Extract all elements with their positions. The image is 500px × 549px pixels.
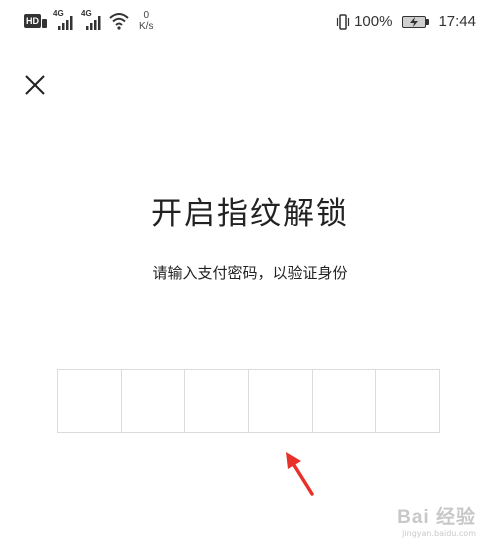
network-speed-unit: K/s: [139, 21, 154, 32]
status-right: 100% 17:44: [336, 13, 476, 30]
pin-digit-5[interactable]: [313, 370, 377, 432]
watermark: Bai 经验 jingyan.baidu.com: [397, 507, 476, 539]
watermark-logo: Bai 经验: [397, 507, 476, 528]
payment-password-input[interactable]: [57, 369, 440, 433]
vibrate-icon: [336, 13, 350, 30]
signal-icon: 4G: [81, 10, 103, 32]
network-speed: 0 K/s: [139, 10, 153, 32]
status-left: HD 4G 4G 0 K/s: [24, 10, 153, 35]
wifi-icon: [109, 12, 129, 35]
watermark-url: jingyan.baidu.com: [402, 529, 476, 538]
page-title: 开启指纹解锁: [151, 196, 349, 232]
battery-percent: 100%: [354, 13, 393, 30]
clock: 17:44: [438, 13, 476, 30]
pin-digit-4[interactable]: [249, 370, 313, 432]
pin-digit-3[interactable]: [185, 370, 250, 432]
hd-voice-icon: HD: [24, 14, 47, 28]
network-speed-value: 0: [143, 10, 149, 21]
page-subtitle: 请输入支付密码，以验证身份: [152, 264, 348, 282]
pin-digit-2[interactable]: [122, 370, 186, 432]
close-icon: [25, 75, 45, 95]
signal-icon: 4G: [53, 10, 75, 32]
status-bar: HD 4G 4G 0 K/s 100% 17:44: [0, 0, 500, 44]
battery-charging-icon: [402, 15, 430, 28]
pin-digit-1[interactable]: [58, 370, 122, 432]
pin-digit-6[interactable]: [376, 370, 439, 432]
arrow-annotation-icon: [286, 452, 314, 496]
close-button[interactable]: [22, 72, 48, 98]
